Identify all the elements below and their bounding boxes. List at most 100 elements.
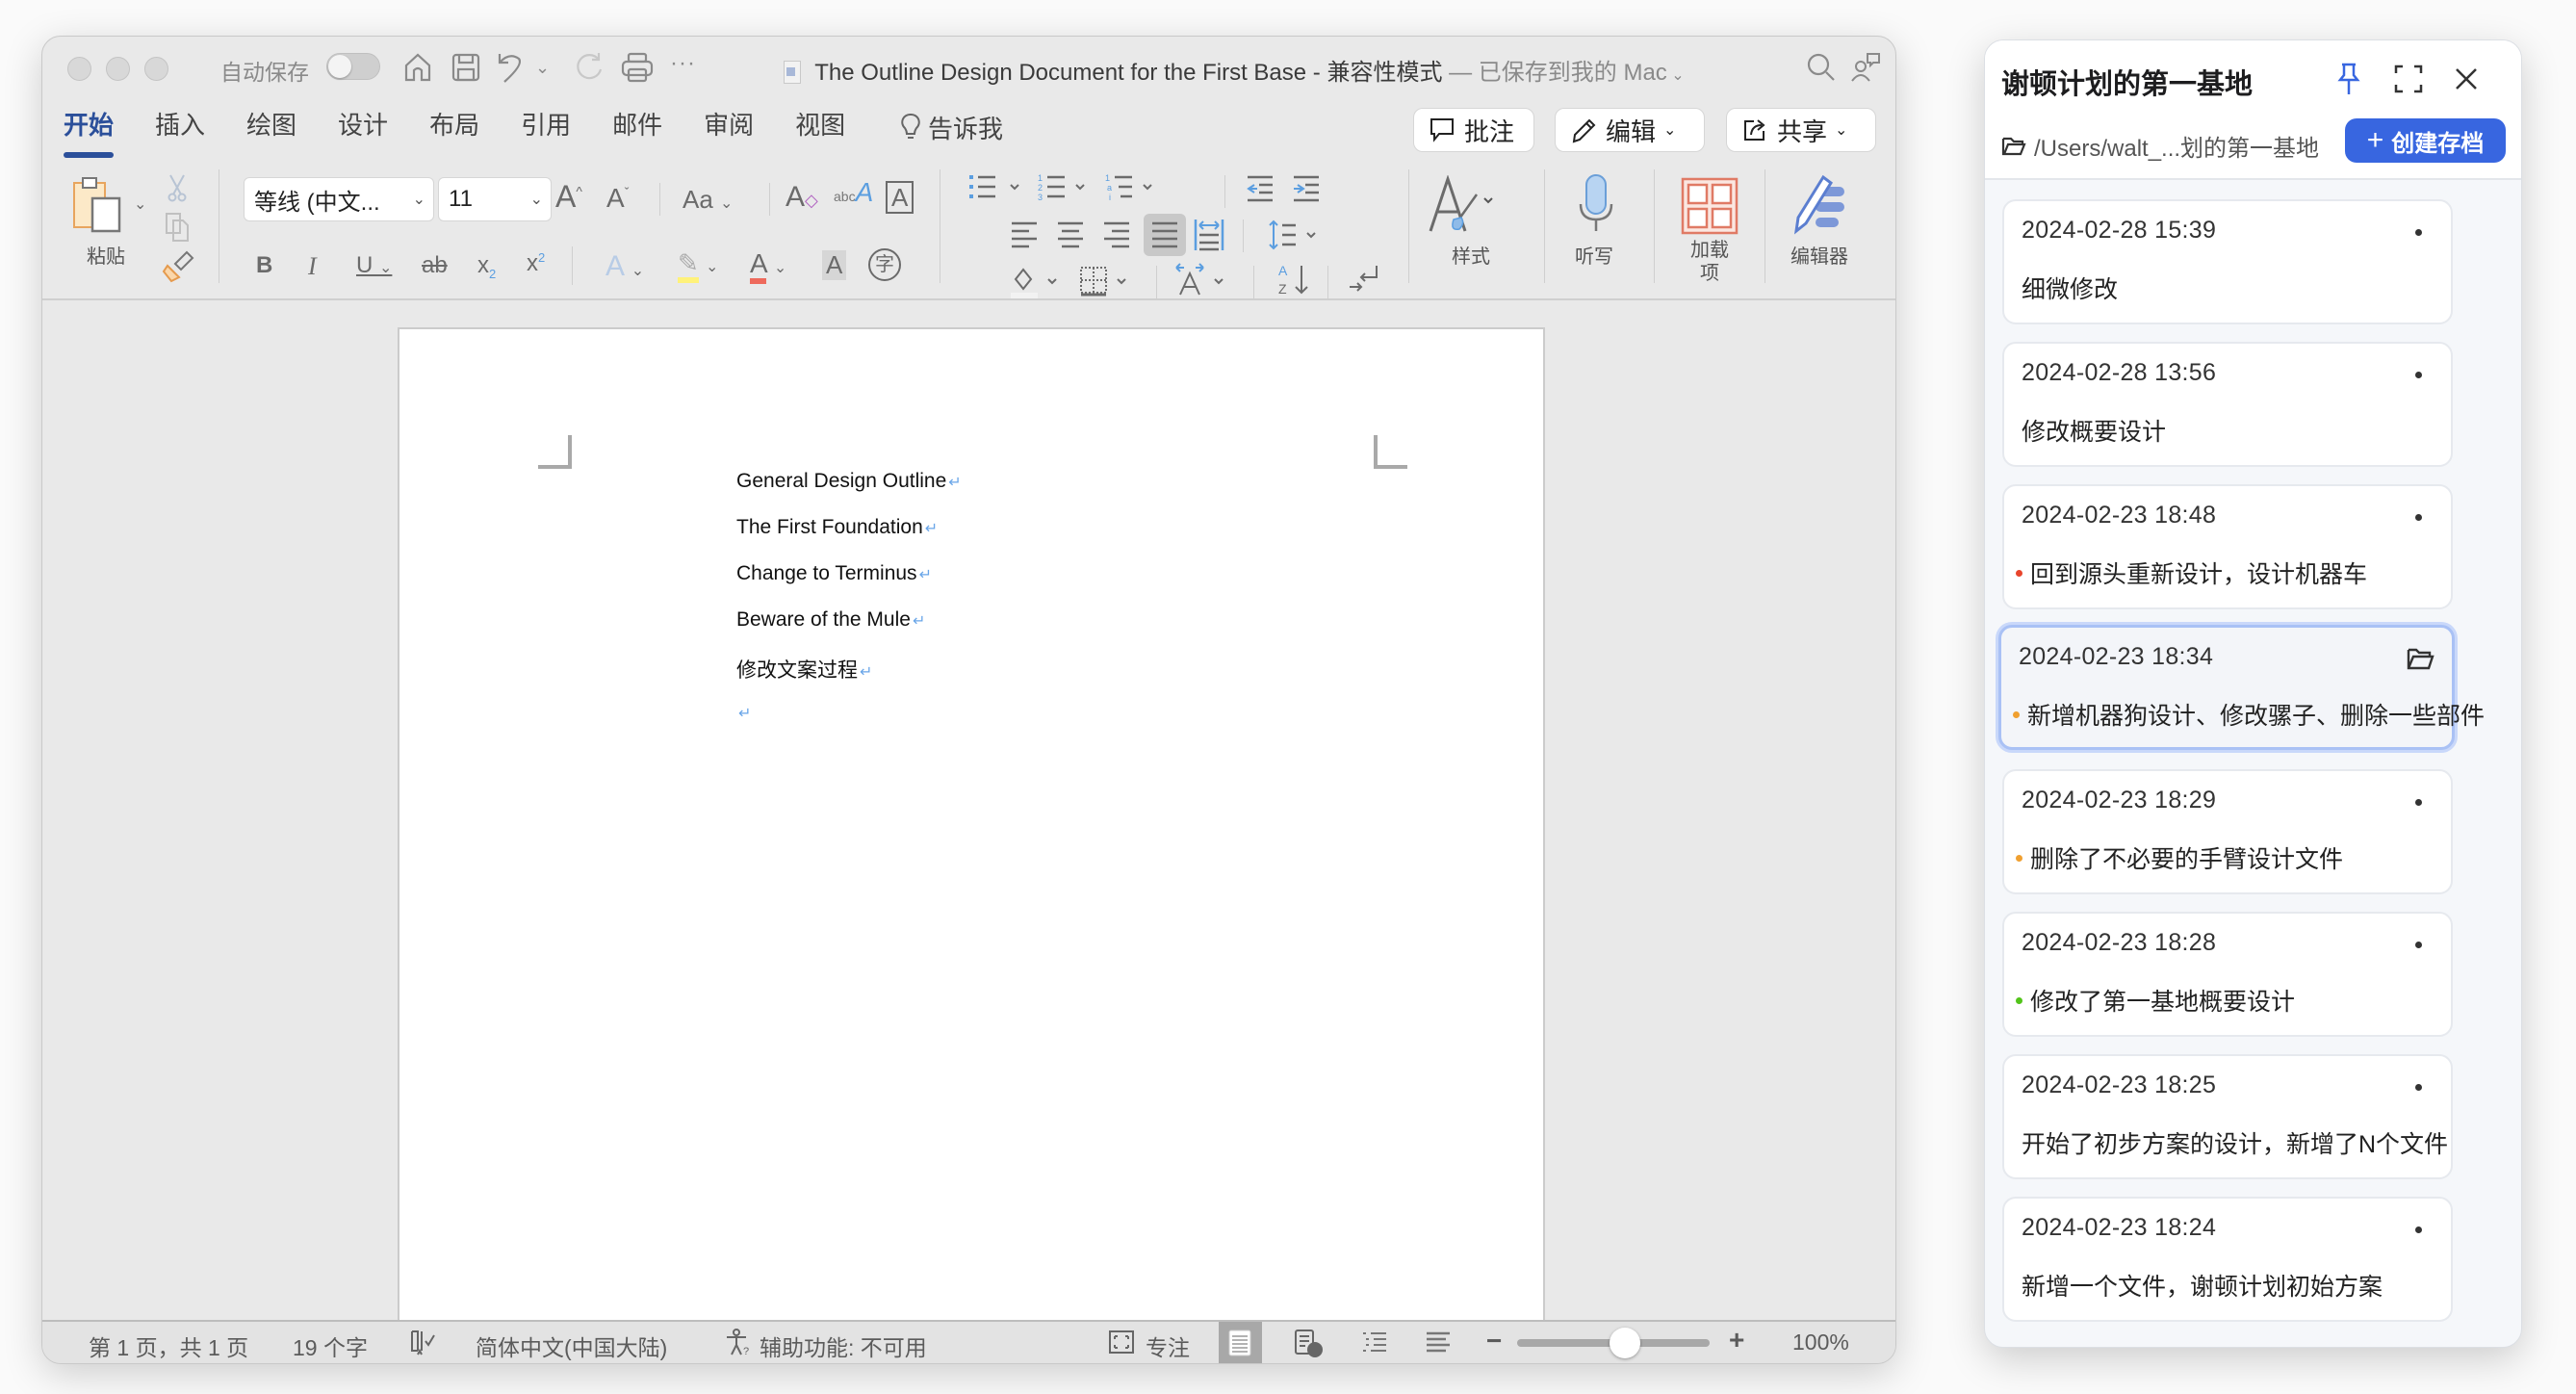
snapshot-card[interactable]: 2024-02-28 13:56 修改概要设计 bbox=[2002, 342, 2453, 467]
page-count[interactable]: 第 1 页，共 1 页 bbox=[89, 1329, 248, 1362]
comments-button[interactable]: 批注 bbox=[1413, 108, 1534, 152]
zoom-out-button[interactable]: − bbox=[1486, 1326, 1502, 1356]
document-paragraph[interactable]: Beware of the Mule ↵ bbox=[736, 608, 925, 632]
archive-path[interactable]: /Users/walt_...划的第一基地 bbox=[2001, 129, 2319, 163]
more-options-icon[interactable] bbox=[2415, 372, 2422, 378]
align-left-button[interactable] bbox=[1010, 221, 1039, 248]
accessibility-status[interactable]: 辅助功能: 不可用 bbox=[760, 1329, 927, 1362]
print-layout-view[interactable] bbox=[1219, 1322, 1262, 1363]
underline-button[interactable]: U ⌄ bbox=[356, 252, 392, 279]
editor-icon[interactable] bbox=[1787, 173, 1850, 235]
strikethrough-button[interactable]: ab bbox=[422, 252, 448, 279]
show-marks-button[interactable] bbox=[1348, 264, 1382, 297]
draft-view[interactable] bbox=[1425, 1330, 1452, 1354]
close-window-button[interactable] bbox=[67, 57, 91, 81]
snapshot-card[interactable]: 2024-02-23 18:28 修改了第一基地概要设计 bbox=[2002, 912, 2453, 1037]
enclose-char-button[interactable]: 字 bbox=[868, 248, 901, 281]
multilevel-list-button[interactable]: 1ai bbox=[1105, 173, 1163, 202]
distributed-button[interactable] bbox=[1194, 218, 1224, 252]
collaborate-icon[interactable] bbox=[1848, 50, 1883, 85]
zoom-level[interactable]: 100% bbox=[1792, 1329, 1849, 1355]
font-color-button[interactable]: A ⌄ bbox=[750, 248, 786, 284]
tab-design[interactable]: 设计 bbox=[338, 108, 388, 146]
tab-layout[interactable]: 布局 bbox=[429, 108, 479, 146]
more-options-icon[interactable] bbox=[2415, 1226, 2422, 1233]
text-effects-icon[interactable]: abcA bbox=[834, 177, 873, 208]
bold-button[interactable]: B bbox=[256, 252, 272, 279]
styles-icon[interactable] bbox=[1429, 175, 1496, 235]
tab-draw[interactable]: 绘图 bbox=[246, 108, 296, 146]
decrease-indent-button[interactable] bbox=[1246, 175, 1275, 202]
paste-dropdown-icon[interactable]: ⌄ bbox=[134, 194, 146, 214]
focus-icon[interactable] bbox=[1108, 1329, 1135, 1355]
font-size-select[interactable]: 11 ⌄ bbox=[438, 177, 552, 221]
highlight-button[interactable]: ✎ ⌄ bbox=[678, 248, 718, 283]
tab-references[interactable]: 引用 bbox=[521, 108, 571, 146]
tab-view[interactable]: 视图 bbox=[795, 108, 845, 146]
more-options-icon[interactable] bbox=[2415, 229, 2422, 236]
share-button[interactable]: 共享 ⌄ bbox=[1726, 108, 1876, 152]
sort-button[interactable]: AZ bbox=[1276, 262, 1311, 297]
tab-insert[interactable]: 插入 bbox=[155, 108, 205, 146]
shrink-font-icon[interactable]: Aˇ bbox=[606, 183, 629, 214]
addins-icon[interactable] bbox=[1681, 177, 1739, 235]
snapshot-card[interactable]: 2024-02-23 18:25 开始了初步方案的设计，新增了N个文件 bbox=[2002, 1054, 2453, 1179]
borders-button[interactable] bbox=[1079, 266, 1137, 298]
web-layout-view[interactable] bbox=[1294, 1329, 1323, 1357]
snapshot-card[interactable]: 2024-02-23 18:29 删除了不必要的手臂设计文件 bbox=[2002, 769, 2453, 894]
open-folder-icon[interactable] bbox=[2406, 645, 2434, 672]
paste-button[interactable] bbox=[71, 175, 129, 233]
document-paragraph[interactable]: 修改文案过程 ↵ bbox=[736, 655, 872, 684]
more-options-icon[interactable] bbox=[2415, 942, 2422, 948]
language[interactable]: 简体中文(中国大陆) bbox=[476, 1329, 667, 1362]
numbering-button[interactable]: 123 bbox=[1038, 173, 1095, 202]
pin-icon[interactable] bbox=[2334, 62, 2365, 96]
save-icon[interactable] bbox=[449, 50, 483, 85]
document-paragraph[interactable]: General Design Outline ↵ bbox=[736, 470, 962, 493]
proofing-icon[interactable] bbox=[408, 1328, 437, 1356]
close-icon[interactable] bbox=[2451, 62, 2482, 96]
align-right-button[interactable] bbox=[1102, 221, 1131, 248]
title-chevron-icon[interactable]: ⌄ bbox=[1667, 67, 1684, 84]
home-icon[interactable] bbox=[400, 50, 435, 85]
grow-font-icon[interactable]: A^ bbox=[555, 179, 582, 215]
tab-mailings[interactable]: 邮件 bbox=[612, 108, 662, 146]
format-painter-icon[interactable] bbox=[162, 248, 194, 283]
tab-review[interactable]: 审阅 bbox=[704, 108, 754, 146]
zoom-slider[interactable] bbox=[1517, 1328, 1710, 1358]
minimize-window-button[interactable] bbox=[106, 57, 130, 81]
char-shading-button[interactable]: A bbox=[822, 250, 847, 280]
superscript-button[interactable]: x2 bbox=[527, 250, 545, 277]
more-options-icon[interactable] bbox=[2415, 514, 2422, 521]
microphone-icon[interactable] bbox=[1577, 173, 1615, 233]
zoom-in-button[interactable]: + bbox=[1729, 1325, 1744, 1355]
bullets-button[interactable] bbox=[968, 173, 1026, 202]
tell-me[interactable]: 告诉我 bbox=[901, 108, 1003, 146]
document-paragraph[interactable]: The First Foundation ↵ bbox=[736, 516, 938, 539]
fullscreen-icon[interactable] bbox=[2393, 62, 2424, 96]
text-effect-button[interactable]: A ⌄ bbox=[605, 250, 644, 283]
more-options-icon[interactable] bbox=[2415, 799, 2422, 806]
undo-icon[interactable] bbox=[495, 50, 529, 85]
word-count[interactable]: 19 个字 bbox=[293, 1329, 368, 1362]
more-options-icon[interactable] bbox=[2415, 1084, 2422, 1091]
clear-formatting-icon[interactable]: A◇ bbox=[786, 181, 818, 214]
edit-button[interactable]: 编辑 ⌄ bbox=[1555, 108, 1705, 152]
italic-button[interactable]: I bbox=[308, 252, 317, 281]
document-paragraph[interactable]: ↵ bbox=[736, 701, 751, 724]
accessibility-icon[interactable]: ? bbox=[724, 1328, 753, 1356]
outline-view[interactable] bbox=[1361, 1330, 1388, 1354]
document-paragraph[interactable]: Change to Terminus ↵ bbox=[736, 562, 932, 585]
align-center-button[interactable] bbox=[1056, 221, 1085, 248]
snapshot-card[interactable]: 2024-02-28 15:39 细微修改 bbox=[2002, 199, 2453, 324]
snapshot-card[interactable]: 2024-02-23 18:34 新增机器狗设计、修改骡子、删除一些部件 bbox=[1998, 625, 2485, 750]
autosave-toggle[interactable] bbox=[326, 53, 380, 80]
snapshot-card[interactable]: 2024-02-23 18:48 回到源头重新设计，设计机器车 bbox=[2002, 484, 2453, 609]
focus-mode[interactable]: 专注 bbox=[1146, 1329, 1190, 1362]
subscript-button[interactable]: x2 bbox=[477, 252, 496, 281]
character-border-icon[interactable]: A bbox=[886, 181, 914, 214]
shading-button[interactable] bbox=[1010, 266, 1068, 298]
save-status[interactable]: — 已保存到我的 Mac bbox=[1442, 60, 1667, 86]
more-icon[interactable]: ··· bbox=[670, 50, 705, 85]
zoom-window-button[interactable] bbox=[144, 57, 168, 81]
